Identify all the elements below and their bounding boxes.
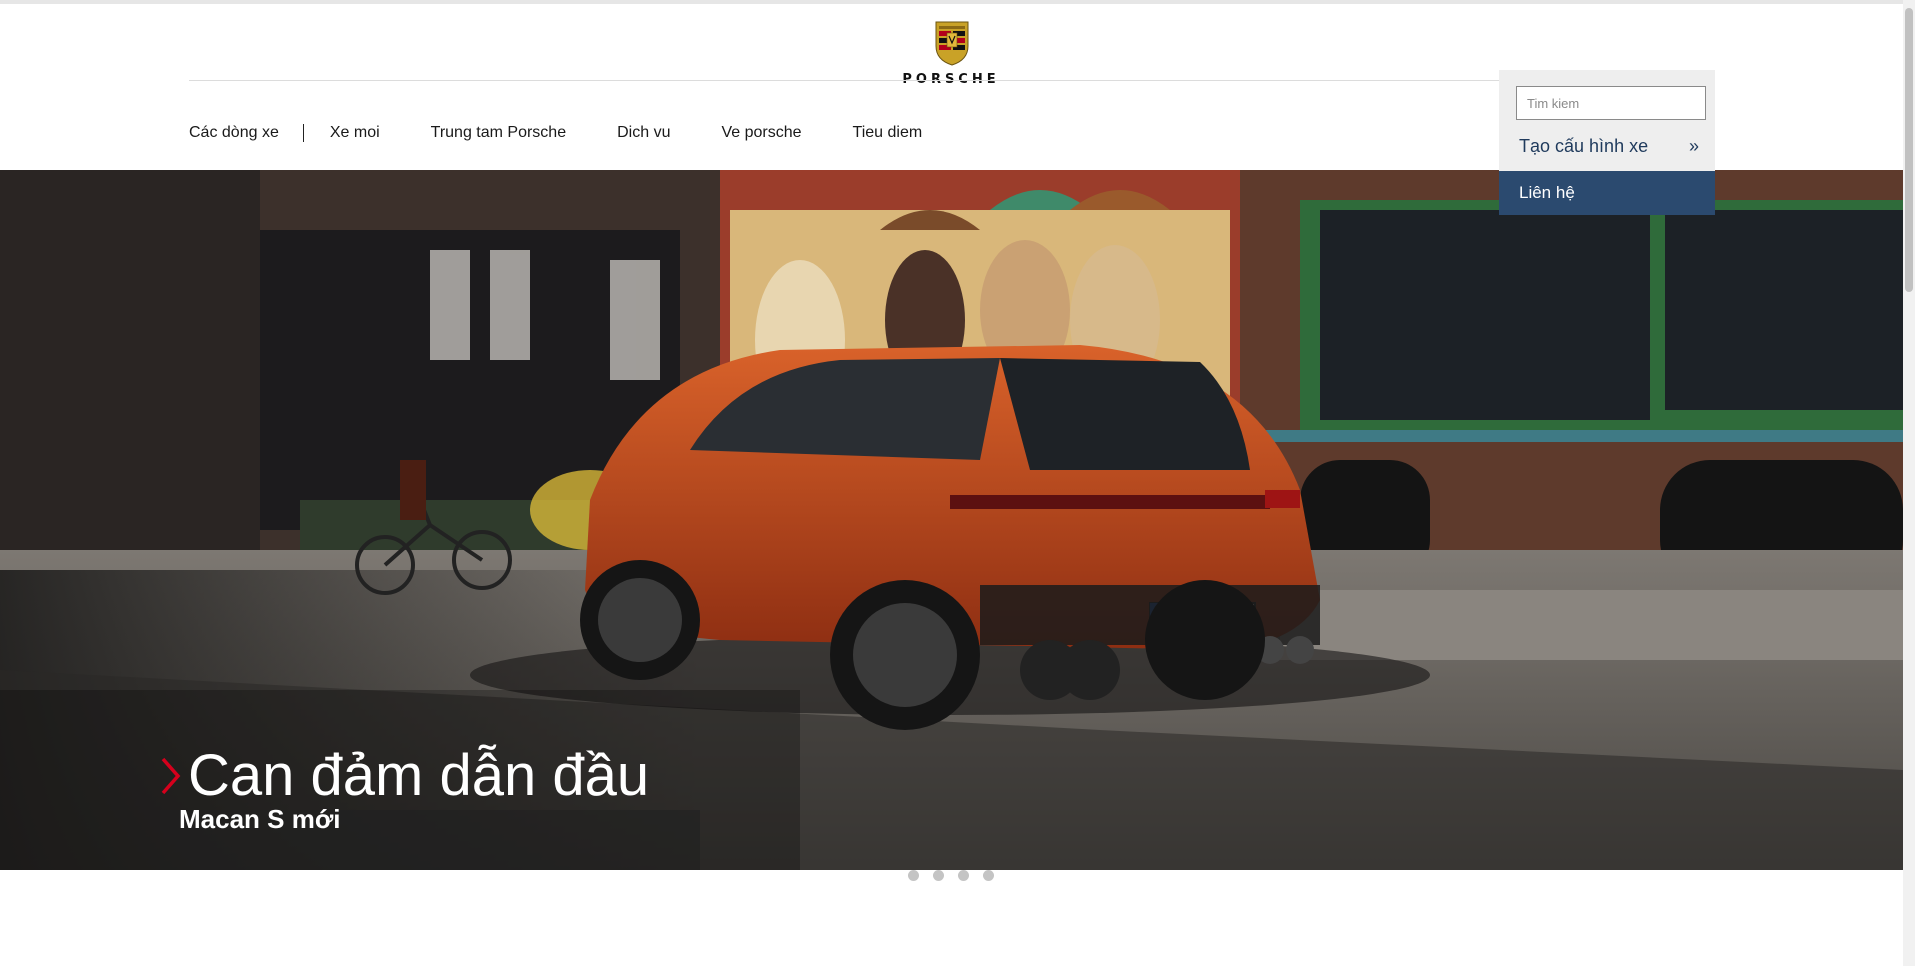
carousel-pagination [908,870,994,881]
double-chevron-right-icon: » [1688,135,1699,156]
side-panel: Tạo cấu hình xe » Liên hệ [1499,70,1715,215]
main-nav: Các dòng xe Xe moi Trung tam Porsche Dic… [189,120,922,146]
hero-subtitle: Macan S mới [179,804,341,834]
header-divider [189,80,1714,81]
carousel-dot[interactable] [958,870,969,881]
nav-separator [302,124,304,142]
hero-headline: Can đảm dẫn đầu [160,742,649,809]
search-input[interactable] [1516,86,1706,120]
carousel-dot[interactable] [983,870,994,881]
nav-item-highlights[interactable]: Tieu diem [853,124,923,142]
page-scrollbar[interactable] [1903,0,1915,966]
nav-item-new-cars[interactable]: Xe moi [330,124,380,142]
porsche-crest-icon [935,21,969,66]
nav-item-porsche-center[interactable]: Trung tam Porsche [431,124,566,142]
hero-title: Can đảm dẫn đầu [188,743,650,808]
scrollbar-thumb[interactable] [1905,8,1913,292]
contact-button[interactable]: Liên hệ [1499,171,1715,215]
chevron-right-icon [161,757,181,794]
nav-item-services[interactable]: Dich vu [617,124,670,142]
carousel-dot[interactable] [933,870,944,881]
contact-button-label: Liên hệ [1519,183,1575,202]
hero-banner[interactable]: S MA 8989 Can đảm dẫn đầu Macan S mới [0,170,1903,870]
configure-car-link[interactable]: Tạo cấu hình xe » [1519,132,1699,160]
configure-car-label: Tạo cấu hình xe [1519,135,1649,156]
nav-item-about-porsche[interactable]: Ve porsche [721,124,801,142]
nav-item-model-lines[interactable]: Các dòng xe [189,124,279,142]
carousel-dot[interactable] [908,870,919,881]
